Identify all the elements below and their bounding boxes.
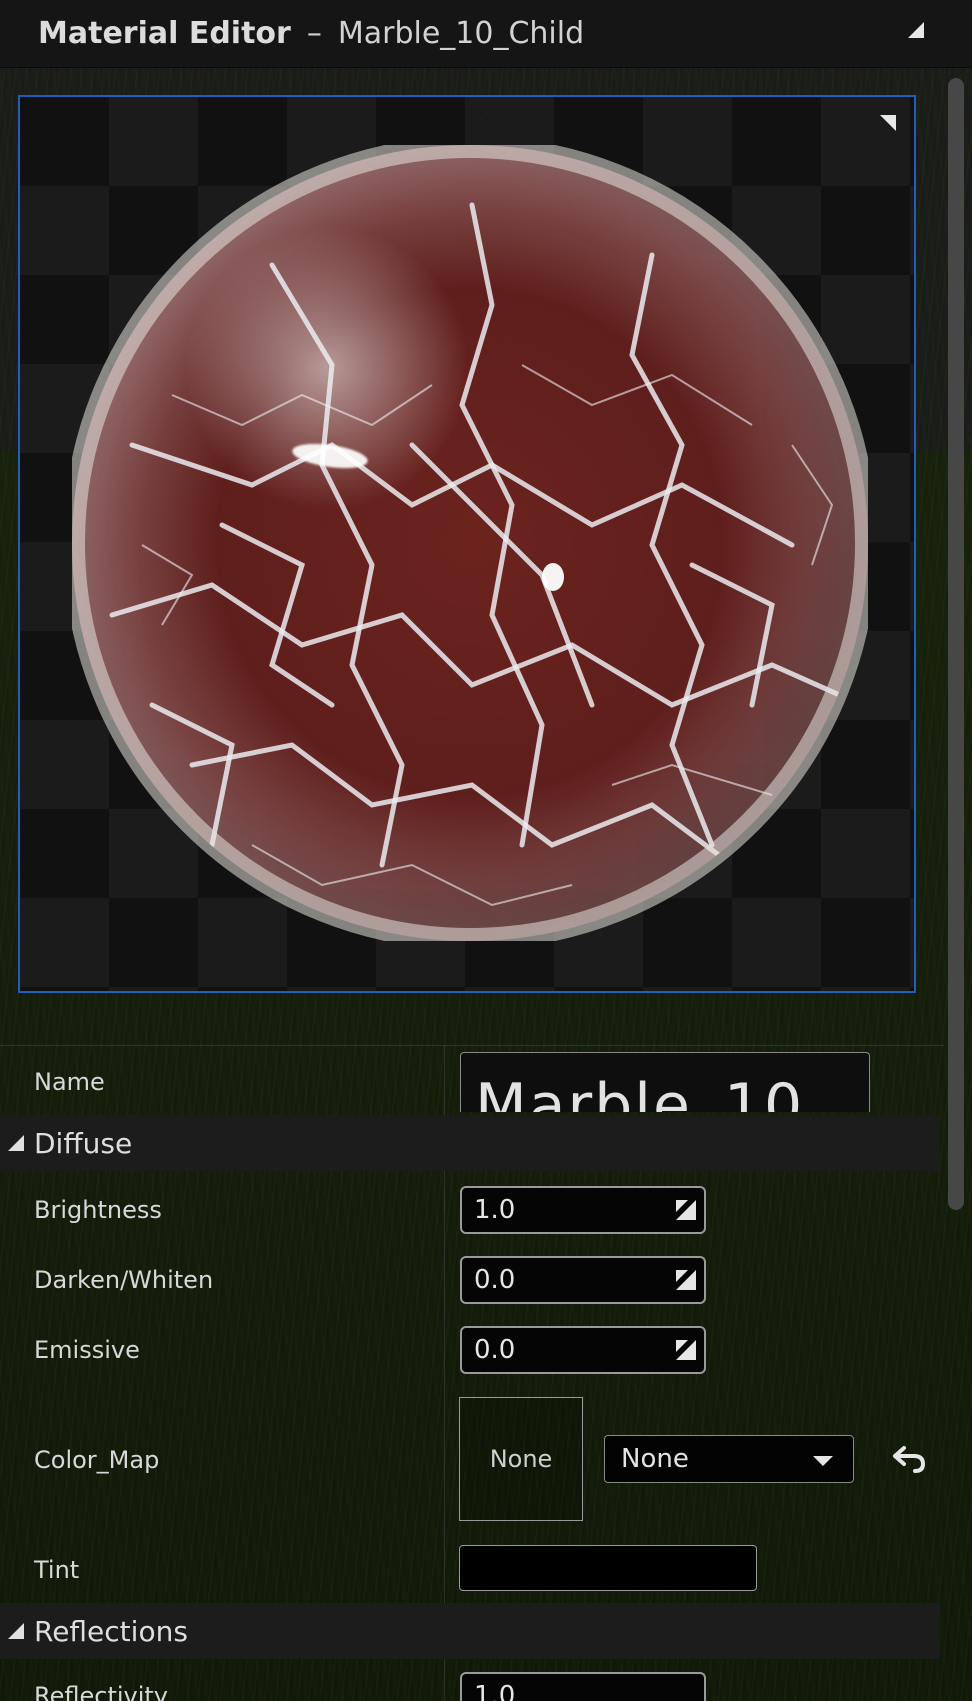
emissive-label: Emissive xyxy=(34,1336,140,1364)
marble-veins xyxy=(72,145,868,941)
color-map-selected: None xyxy=(621,1444,689,1474)
color-map-label: Color_Map xyxy=(34,1446,160,1474)
chevron-down-icon xyxy=(813,1456,833,1466)
triangle-down-icon xyxy=(8,1623,24,1639)
preview-sphere xyxy=(72,145,868,941)
emissive-value: 0.0 xyxy=(474,1335,516,1365)
title-separator: – xyxy=(306,16,322,51)
reflectivity-label: Reflectivity xyxy=(34,1682,169,1701)
triangle-down-icon xyxy=(8,1135,24,1151)
reset-arrow-icon[interactable] xyxy=(892,1444,926,1474)
section-reflections-header[interactable]: Reflections xyxy=(0,1603,940,1659)
color-map-dropdown[interactable]: None xyxy=(604,1435,854,1483)
window-title: Material Editor xyxy=(38,16,291,51)
drag-grip-icon[interactable] xyxy=(676,1200,696,1220)
darken-whiten-input[interactable]: 0.0 xyxy=(460,1256,706,1304)
color-map-thumb-text: None xyxy=(489,1445,553,1473)
tint-color-swatch[interactable] xyxy=(459,1545,757,1591)
darken-whiten-value: 0.0 xyxy=(474,1265,516,1295)
section-reflections-label: Reflections xyxy=(34,1614,188,1648)
scrollbar-thumb[interactable] xyxy=(948,78,964,1210)
color-map-thumbnail[interactable]: None xyxy=(459,1397,583,1521)
material-preview-viewport[interactable] xyxy=(18,95,916,993)
collapse-corner-icon[interactable] xyxy=(908,22,924,38)
emissive-input[interactable]: 0.0 xyxy=(460,1326,706,1374)
darken-whiten-label: Darken/Whiten xyxy=(34,1266,214,1294)
title-bar: Material Editor – Marble_10_Child xyxy=(0,0,972,68)
brightness-value: 1.0 xyxy=(474,1195,516,1225)
tint-label: Tint xyxy=(34,1556,80,1584)
preview-options-icon[interactable] xyxy=(880,115,896,131)
drag-grip-icon[interactable] xyxy=(676,1270,696,1290)
material-editor-window: Material Editor – Marble_10_Child Name M… xyxy=(0,0,972,1701)
name-value: Marble_10 xyxy=(475,1071,805,1112)
reflectivity-input[interactable]: 1.0 xyxy=(460,1672,706,1701)
specular-highlight-small xyxy=(542,563,564,591)
reflectivity-value: 1.0 xyxy=(474,1681,516,1701)
drag-grip-icon[interactable] xyxy=(676,1340,696,1360)
name-label: Name xyxy=(34,1068,105,1096)
brightness-label: Brightness xyxy=(34,1196,162,1224)
name-field[interactable]: Marble_10 xyxy=(460,1052,870,1112)
brightness-input[interactable]: 1.0 xyxy=(460,1186,706,1234)
details-divider-horizontal xyxy=(0,1045,944,1046)
section-diffuse-label: Diffuse xyxy=(34,1126,133,1160)
section-diffuse-header[interactable]: Diffuse xyxy=(0,1115,940,1171)
asset-name: Marble_10_Child xyxy=(337,16,585,51)
